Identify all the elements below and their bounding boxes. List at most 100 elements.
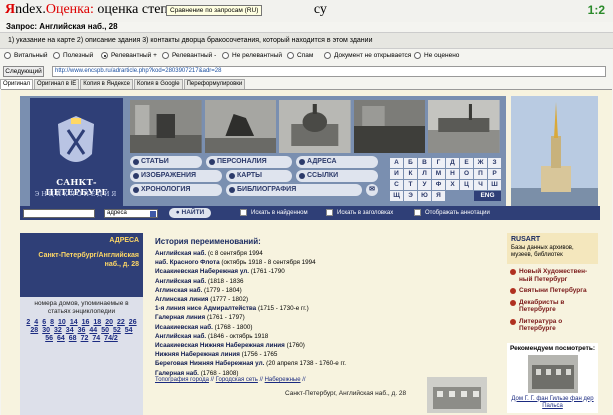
letter-link[interactable]: Г [432, 158, 445, 168]
letter-link[interactable]: Н [446, 169, 459, 179]
house-number-link[interactable]: 44 [89, 327, 97, 334]
house-number-link[interactable]: 30 [42, 327, 50, 334]
house-number-link[interactable]: 8 [50, 319, 54, 326]
site-logo[interactable]: САНКТ-ПЕТЕРБУРГ ЭНЦИКЛОПЕДИЯ [30, 98, 123, 210]
recommend-caption-link[interactable]: Дом Г. Г. фан Гильзе фан дер Пальса [507, 396, 598, 410]
letter-link[interactable]: Ю [418, 191, 431, 201]
menu-maps[interactable]: КАРТЫ [226, 170, 292, 182]
house-number-link[interactable]: 56 [45, 335, 53, 342]
tab-reformulations[interactable]: Переформулировки [183, 79, 246, 89]
menu-addresses[interactable]: АДРЕСА [296, 156, 378, 168]
radio-selected-icon[interactable] [101, 52, 108, 59]
house-number-link[interactable]: 34 [66, 327, 74, 334]
search-in-found-checkbox[interactable]: Искать в найденном [240, 209, 308, 216]
letter-link[interactable]: Я [432, 191, 445, 201]
letter-link[interactable]: Д [446, 158, 459, 168]
house-number-link[interactable]: 68 [69, 335, 77, 342]
letter-link[interactable]: У [418, 180, 431, 190]
radio-icon[interactable] [287, 52, 294, 59]
letter-link[interactable]: В [418, 158, 431, 168]
search-scope-select[interactable]: адреса [104, 209, 158, 218]
checkbox-icon[interactable] [326, 209, 333, 216]
house-number-link[interactable]: 36 [78, 327, 86, 334]
menu-images[interactable]: ИЗОБРАЖЕНИЯ [130, 170, 222, 182]
house-number-link[interactable]: 74 [92, 335, 100, 342]
related-link[interactable]: Декабристы в Петербурге [507, 299, 598, 314]
tab-original-ie[interactable]: Оригинал в IE [34, 79, 80, 89]
chevron-down-icon[interactable] [150, 211, 156, 217]
house-number-link[interactable]: 64 [57, 335, 65, 342]
breadcrumb-link[interactable]: Набережные [265, 377, 301, 383]
menu-articles[interactable]: СТАТЬИ [130, 156, 202, 168]
rating-not-rated[interactable]: Не оценено [414, 52, 459, 59]
letter-link[interactable]: С [390, 180, 403, 190]
house-number-link[interactable]: 2 [26, 319, 30, 326]
letter-link[interactable]: М [432, 169, 445, 179]
house-number-link[interactable]: 72 [81, 335, 89, 342]
radio-icon[interactable] [162, 52, 169, 59]
recommend-image[interactable] [528, 354, 578, 393]
related-link[interactable]: Литература о Петербурге [507, 318, 598, 333]
house-number-link[interactable]: 16 [82, 319, 90, 326]
tab-yandex-copy[interactable]: Копия в Яндексе [80, 79, 134, 89]
house-number-link[interactable]: 28 [30, 327, 38, 334]
radio-icon[interactable] [53, 52, 60, 59]
letter-link[interactable]: Т [404, 180, 417, 190]
letter-link[interactable]: Х [446, 180, 459, 190]
tab-google-copy[interactable]: Копия в Google [134, 79, 183, 89]
letter-link[interactable]: З [488, 158, 501, 168]
checkbox-icon[interactable] [240, 209, 247, 216]
find-button[interactable]: ● НАЙТИ [169, 208, 211, 218]
radio-icon[interactable] [4, 52, 11, 59]
related-link[interactable]: Святыни Петербурга [507, 287, 598, 295]
letter-link[interactable]: Щ [390, 191, 403, 201]
rating-doc-not-opening[interactable]: Документ не открывается [324, 52, 411, 59]
letter-link[interactable]: Ц [460, 180, 473, 190]
house-number-link[interactable]: 20 [105, 319, 113, 326]
rating-not-relevant[interactable]: Не релевантный [222, 52, 282, 59]
rating-vital[interactable]: Витальный [4, 52, 48, 59]
house-number-link[interactable]: 22 [117, 319, 125, 326]
letter-link[interactable]: П [474, 169, 487, 179]
letter-link[interactable]: Э [404, 191, 417, 201]
house-number-link[interactable]: 18 [93, 319, 101, 326]
house-number-link[interactable]: 14 [70, 319, 78, 326]
house-number-link[interactable]: 74/2 [104, 335, 118, 342]
rating-useful[interactable]: Полезный [53, 52, 93, 59]
letter-link[interactable]: К [404, 169, 417, 179]
building-thumbnail[interactable] [427, 377, 487, 413]
menu-links[interactable]: ССЫЛКИ [296, 170, 378, 182]
letter-link[interactable]: О [460, 169, 473, 179]
radio-icon[interactable] [414, 52, 421, 59]
house-number-link[interactable]: 54 [125, 327, 133, 334]
menu-persons[interactable]: ПЕРСОНАЛИЯ [206, 156, 292, 168]
rusart-block[interactable]: RUSART Базы данных архивов, музеев, библ… [507, 233, 598, 264]
letter-link[interactable]: Ч [474, 180, 487, 190]
english-version-link[interactable]: ENG [474, 191, 501, 201]
rating-relevant-plus[interactable]: Релевантный + [101, 52, 157, 59]
house-number-link[interactable]: 52 [113, 327, 121, 334]
tab-original[interactable]: Оригинал [0, 79, 34, 89]
related-link[interactable]: Новый Художествен-ный Петербург [507, 268, 598, 283]
breadcrumb-link[interactable]: Городская сеть [216, 377, 258, 383]
radio-icon[interactable] [324, 52, 331, 59]
house-number-link[interactable]: 4 [34, 319, 38, 326]
checkbox-icon[interactable] [414, 209, 421, 216]
menu-bibliography[interactable]: БИБЛИОГРАФИЯ [226, 184, 362, 196]
letter-link[interactable]: Ж [474, 158, 487, 168]
house-number-link[interactable]: 50 [101, 327, 109, 334]
house-number-link[interactable]: 32 [54, 327, 62, 334]
mail-icon[interactable]: ✉ [366, 184, 378, 196]
house-number-link[interactable]: 26 [129, 319, 137, 326]
radio-icon[interactable] [222, 52, 229, 59]
url-field[interactable]: http://www.encspb.ru/adrarticle.php?kod=… [52, 66, 606, 77]
letter-link[interactable]: И [390, 169, 403, 179]
rating-spam[interactable]: Спам [287, 52, 313, 59]
menu-chronology[interactable]: ХРОНОЛОГИЯ [130, 184, 222, 196]
rating-relevant-minus[interactable]: Релевантный - [162, 52, 216, 59]
letter-link[interactable]: А [390, 158, 403, 168]
house-number-link[interactable]: 6 [42, 319, 46, 326]
letter-link[interactable]: Б [404, 158, 417, 168]
letter-link[interactable]: Л [418, 169, 431, 179]
letter-link[interactable]: Ф [432, 180, 445, 190]
